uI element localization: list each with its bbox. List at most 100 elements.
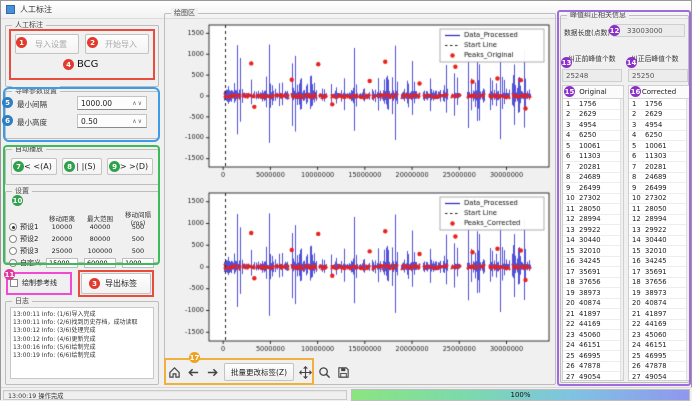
table-row[interactable]: 34954 <box>629 120 689 131</box>
table-row[interactable]: 46250 <box>629 131 689 142</box>
preset-row-预设2[interactable]: 预设22000080000500 <box>9 233 157 245</box>
table-row[interactable]: 510061 <box>563 141 623 152</box>
row-index: 10 <box>629 194 645 202</box>
zoom-icon[interactable] <box>317 365 332 380</box>
table-row[interactable]: 720281 <box>629 162 689 173</box>
table-row[interactable]: 1228994 <box>629 215 689 226</box>
table-row[interactable]: 11756 <box>629 99 689 110</box>
row-value: 41897 <box>645 310 689 318</box>
table-row[interactable]: 926499 <box>629 183 689 194</box>
table-row[interactable]: 2446151 <box>629 341 689 352</box>
chart-bottom-peaks-corrected[interactable] <box>167 187 553 361</box>
chart-top-peaks-original[interactable] <box>167 19 553 187</box>
checkbox-icon[interactable] <box>10 279 18 287</box>
table-row[interactable]: 2749054 <box>563 372 623 381</box>
table-row[interactable]: 1938973 <box>563 288 623 299</box>
custom-value-input[interactable] <box>84 258 116 268</box>
table-row[interactable]: 1634245 <box>629 257 689 268</box>
radio-icon[interactable] <box>9 235 17 243</box>
table-row[interactable]: 720281 <box>563 162 623 173</box>
table-row[interactable]: 1329922 <box>629 225 689 236</box>
preset-row-自定义[interactable]: 自定义 <box>9 257 157 269</box>
spinner-arrows-icon[interactable]: ∧∨ <box>132 118 143 125</box>
save-icon[interactable] <box>336 365 351 380</box>
row-value: 29922 <box>645 226 689 234</box>
min-interval-spinbox[interactable]: 1000.00 ∧∨ <box>77 96 147 110</box>
radio-icon[interactable] <box>9 259 17 267</box>
table-row[interactable]: 1027302 <box>629 194 689 205</box>
table-row[interactable]: 2749054 <box>629 372 689 381</box>
table-row[interactable]: 11756 <box>563 99 623 110</box>
batch-edit-labels-button[interactable]: 批量更改标签(Z) <box>224 363 294 381</box>
table-row[interactable]: 1228994 <box>563 215 623 226</box>
home-icon[interactable] <box>167 365 182 380</box>
table-row[interactable]: 1532010 <box>563 246 623 257</box>
row-index: 16 <box>629 257 645 265</box>
table-row[interactable]: 1430440 <box>629 236 689 247</box>
row-value: 28994 <box>579 215 623 223</box>
custom-value-input[interactable] <box>122 258 154 268</box>
radio-icon[interactable] <box>9 247 17 255</box>
table-row[interactable]: 2244169 <box>629 320 689 331</box>
corrected-peaks-table[interactable]: Corrected 117562262934954462505100616113… <box>628 85 690 381</box>
table-row[interactable]: 926499 <box>563 183 623 194</box>
forward-arrow-icon[interactable] <box>205 365 220 380</box>
table-row[interactable]: 22629 <box>629 110 689 121</box>
table-row[interactable]: 1329922 <box>563 225 623 236</box>
table-row[interactable]: 1735691 <box>563 267 623 278</box>
table-row[interactable]: 611303 <box>629 152 689 163</box>
table-row[interactable]: 34954 <box>563 120 623 131</box>
row-index: 16 <box>563 257 579 265</box>
table-row[interactable]: 2647878 <box>629 362 689 373</box>
table-row[interactable]: 2546995 <box>629 351 689 362</box>
table-row[interactable]: 1837656 <box>629 278 689 289</box>
radio-icon[interactable] <box>9 223 17 231</box>
table-row[interactable]: 2244169 <box>563 320 623 331</box>
table-row[interactable]: 1532010 <box>629 246 689 257</box>
preset-row-预设3[interactable]: 预设325000100000500 <box>9 245 157 257</box>
table-row[interactable]: 1634245 <box>563 257 623 268</box>
row-value: 4954 <box>645 121 689 129</box>
table-row[interactable]: 2345060 <box>563 330 623 341</box>
table-row[interactable]: 1430440 <box>563 236 623 247</box>
table-row[interactable]: 2647878 <box>563 362 623 373</box>
table-row[interactable]: 824689 <box>563 173 623 184</box>
custom-value-input[interactable] <box>46 258 78 268</box>
table-row[interactable]: 2141897 <box>629 309 689 320</box>
table-row[interactable]: 611303 <box>563 152 623 163</box>
preset-row-预设1[interactable]: 预设11000040000500 <box>9 221 157 233</box>
reference-line-label: 绘制参考线 <box>22 278 57 288</box>
table-row[interactable]: 1837656 <box>563 278 623 289</box>
status-bar: 13:00:19 操作完成 100% <box>1 387 692 401</box>
row-index: 7 <box>629 163 645 171</box>
table-row[interactable]: 22629 <box>563 110 623 121</box>
table-row[interactable]: 2141897 <box>563 309 623 320</box>
table-row[interactable]: 2040874 <box>629 299 689 310</box>
pan-icon[interactable] <box>298 365 313 380</box>
min-height-spinbox[interactable]: 0.50 ∧∨ <box>77 114 147 128</box>
original-peaks-table[interactable]: Original 1175622629349544625051006161130… <box>562 85 624 381</box>
table-row[interactable]: 1938973 <box>629 288 689 299</box>
table-row[interactable]: 2345060 <box>629 330 689 341</box>
back-arrow-icon[interactable] <box>186 365 201 380</box>
table-row[interactable]: 2546995 <box>563 351 623 362</box>
log-textarea[interactable]: 13:00:11 Info: (1/6)导入完成13:00:11 Info: (… <box>10 307 154 379</box>
table-row[interactable]: 1027302 <box>563 194 623 205</box>
corrected-table-scrollbar[interactable] <box>686 99 689 380</box>
table-row[interactable]: 1128050 <box>629 204 689 215</box>
table-row[interactable]: 2446151 <box>563 341 623 352</box>
table-row[interactable]: 2040874 <box>563 299 623 310</box>
table-row[interactable]: 510061 <box>629 141 689 152</box>
row-value: 10061 <box>645 142 689 150</box>
annotation-circle-6: 6 <box>2 115 13 126</box>
app-icon <box>6 5 15 14</box>
table-row[interactable]: 1735691 <box>629 267 689 278</box>
spinner-arrows-icon[interactable]: ∧∨ <box>132 100 143 107</box>
original-table-scrollbar[interactable] <box>620 99 623 380</box>
table-row[interactable]: 46250 <box>563 131 623 142</box>
table-row[interactable]: 1128050 <box>563 204 623 215</box>
reference-line-checkbox[interactable]: 绘制参考线 <box>10 278 57 288</box>
window-title: 人工标注 <box>20 4 52 15</box>
table-row[interactable]: 824689 <box>629 173 689 184</box>
row-index: 15 <box>629 247 645 255</box>
